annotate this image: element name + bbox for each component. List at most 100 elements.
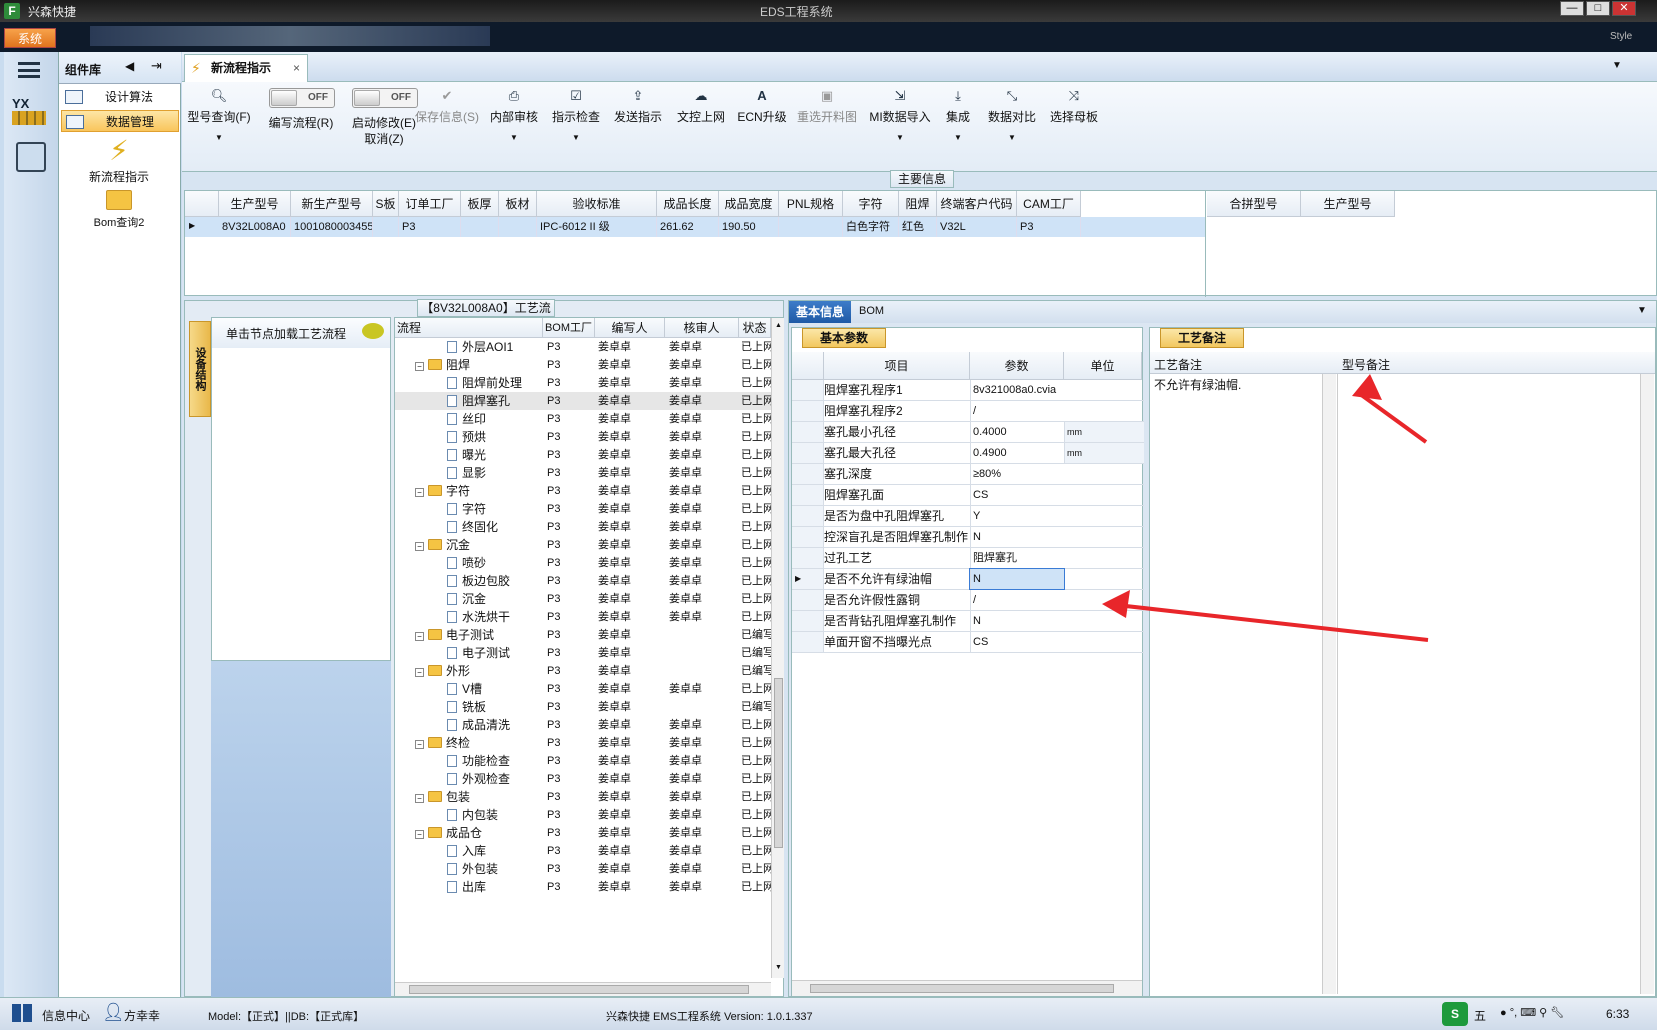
tree-node[interactable]: − 沉金 P3 姜卓卓 姜卓卓 已上网 <box>395 536 771 554</box>
param-row[interactable]: 塞孔最大孔径 0.4900 mm <box>792 443 1144 464</box>
tree-node[interactable]: V槽 P3 姜卓卓 姜卓卓 已上网 <box>395 680 771 698</box>
scroll-thumb[interactable] <box>409 985 749 994</box>
model-notes-scrollbar[interactable] <box>1640 374 1654 994</box>
model-query-button[interactable]: 🔍︎ 型号查询(F) ▼ <box>186 88 252 142</box>
main-info-header-cell[interactable]: 验收标准 <box>537 191 657 217</box>
instruction-check-button[interactable]: ☑ 指示检查 ▼ <box>546 88 606 142</box>
main-info-header-cell[interactable]: 成品长度 <box>657 191 719 217</box>
system-button[interactable]: 系统 <box>4 28 56 48</box>
merge-model-header[interactable]: 合拼型号 <box>1207 191 1301 217</box>
scroll-down-icon[interactable]: ▼ <box>775 964 782 971</box>
param-header[interactable]: 参数 <box>970 352 1064 380</box>
tree-node[interactable]: 铣板 P3 姜卓卓 已编写 <box>395 698 771 716</box>
reselect-cutting-map-button[interactable]: ▣ 重选开料图 <box>792 88 862 125</box>
tree-node[interactable]: − 字符 P3 姜卓卓 姜卓卓 已上网 <box>395 482 771 500</box>
tree-node[interactable]: 终固化 P3 姜卓卓 姜卓卓 已上网 <box>395 518 771 536</box>
main-info-header-cell[interactable]: 阻焊 <box>899 191 937 217</box>
tree-node[interactable]: 功能检查 P3 姜卓卓 姜卓卓 已上网 <box>395 752 771 770</box>
collapse-icon[interactable]: − <box>415 632 424 641</box>
data-compare-button[interactable]: ⤡ 数据对比 ▼ <box>982 88 1042 142</box>
param-value[interactable]: CS <box>970 485 1064 505</box>
tile-new-flow[interactable]: ⚡ 新流程指示 <box>69 136 169 185</box>
param-value[interactable]: N <box>969 568 1065 590</box>
unit-header[interactable]: 单位 <box>1064 352 1142 380</box>
tab-basic-params[interactable]: 基本参数 <box>802 328 886 348</box>
param-row[interactable]: ▶ 是否不允许有绿油帽 N <box>792 568 1144 590</box>
menu-icon[interactable] <box>18 62 40 78</box>
param-row[interactable]: 是否为盘中孔阻焊塞孔 Y <box>792 506 1144 527</box>
integrate-button[interactable]: ⤓ 集成 ▼ <box>938 88 978 142</box>
tree-node[interactable]: 外层AOI1 P3 姜卓卓 姜卓卓 已上网 <box>395 338 771 356</box>
collapse-icon[interactable]: − <box>415 488 424 497</box>
menu-item-design-algorithm[interactable]: 设计算法 <box>61 86 179 108</box>
select-master-board-button[interactable]: ⤨ 选择母板 <box>1044 88 1104 125</box>
param-row[interactable]: 阻焊塞孔面 CS <box>792 485 1144 506</box>
scroll-up-icon[interactable]: ▲ <box>775 322 782 329</box>
tree-node[interactable]: 阻焊塞孔 P3 姜卓卓 姜卓卓 已上网 <box>395 392 771 410</box>
bom-factory-header[interactable]: BOM工厂 <box>543 318 595 338</box>
tree-node[interactable]: 预烘 P3 姜卓卓 姜卓卓 已上网 <box>395 428 771 446</box>
main-info-header-cell[interactable]: CAM工厂 <box>1017 191 1081 217</box>
collapse-icon[interactable]: − <box>415 362 424 371</box>
param-value[interactable]: N <box>970 527 1064 547</box>
ecn-upgrade-button[interactable]: A ECN升级 <box>734 88 790 125</box>
param-row[interactable]: 单面开窗不挡曝光点 CS <box>792 632 1144 653</box>
tree-node[interactable]: 喷砂 P3 姜卓卓 姜卓卓 已上网 <box>395 554 771 572</box>
scroll-thumb[interactable] <box>774 678 783 848</box>
tree-node[interactable]: 成品清洗 P3 姜卓卓 姜卓卓 已上网 <box>395 716 771 734</box>
write-flow-toggle[interactable]: OFF <box>269 88 335 108</box>
param-value[interactable]: / <box>970 590 1064 610</box>
reviewer-header[interactable]: 核审人 <box>665 318 739 338</box>
main-info-header-cell[interactable]: 成品宽度 <box>719 191 779 217</box>
model-notes-textarea[interactable] <box>1338 374 1655 994</box>
close-icon[interactable]: × <box>293 55 300 81</box>
param-value[interactable]: 阻焊塞孔 <box>970 548 1064 568</box>
status-header[interactable]: 状态 <box>739 318 771 338</box>
tree-node[interactable]: 内包装 P3 姜卓卓 姜卓卓 已上网 <box>395 806 771 824</box>
maximize-button[interactable]: □ <box>1586 1 1610 16</box>
node-hint-header[interactable]: 单击节点加载工艺流程 <box>212 318 390 348</box>
tree-node[interactable]: 显影 P3 姜卓卓 姜卓卓 已上网 <box>395 464 771 482</box>
param-value[interactable]: Y <box>970 506 1064 526</box>
internal-review-button[interactable]: ⎙ 内部审核 ▼ <box>484 88 544 142</box>
main-info-header-cell[interactable]: 板材 <box>499 191 537 217</box>
tree-node[interactable]: 水洗烘干 P3 姜卓卓 姜卓卓 已上网 <box>395 608 771 626</box>
tree-node[interactable]: − 阻焊 P3 姜卓卓 姜卓卓 已上网 <box>395 356 771 374</box>
param-row[interactable]: 塞孔最小孔径 0.4000 mm <box>792 422 1144 443</box>
param-row[interactable]: 控深盲孔是否阻焊塞孔制作 N <box>792 527 1144 548</box>
tree-node[interactable]: 阻焊前处理 P3 姜卓卓 姜卓卓 已上网 <box>395 374 771 392</box>
tree-node[interactable]: 板边包胶 P3 姜卓卓 姜卓卓 已上网 <box>395 572 771 590</box>
param-value[interactable]: CS <box>970 632 1064 652</box>
param-value[interactable]: N <box>970 611 1064 631</box>
calculator-icon[interactable] <box>16 142 46 172</box>
main-info-header-cell[interactable]: PNL规格 <box>779 191 843 217</box>
param-row[interactable]: 塞孔深度 ≥80% <box>792 464 1144 485</box>
main-info-header-cell[interactable]: 新生产型号 <box>291 191 373 217</box>
info-center-link[interactable]: 信息中心 <box>42 1007 90 1024</box>
main-info-header-cell[interactable]: 字符 <box>843 191 899 217</box>
production-model-header[interactable]: 生产型号 <box>1301 191 1395 217</box>
menu-item-data-management[interactable]: 数据管理 <box>61 110 179 132</box>
pin-icon[interactable]: ⇥ <box>151 58 162 74</box>
param-row[interactable]: 是否背钻孔阻焊塞孔制作 N <box>792 611 1144 632</box>
collapse-icon[interactable]: − <box>415 668 424 677</box>
grid-icon[interactable] <box>12 1004 32 1022</box>
main-info-header-cell[interactable]: 生产型号 <box>219 191 291 217</box>
tree-node[interactable]: 外观检查 P3 姜卓卓 姜卓卓 已上网 <box>395 770 771 788</box>
tree-node[interactable]: − 成品仓 P3 姜卓卓 姜卓卓 已上网 <box>395 824 771 842</box>
ime-mode[interactable]: 五 <box>1474 1007 1486 1024</box>
side-tab-equipment[interactable]: 设备结构 <box>189 321 211 417</box>
param-value[interactable]: ≥80% <box>970 464 1064 484</box>
tab-new-flow[interactable]: ⚡ 新流程指示 × <box>184 54 308 82</box>
tab-bom[interactable]: BOM <box>859 305 884 317</box>
param-row[interactable]: 阻焊塞孔程序1 8v321008a0.cvia <box>792 380 1144 401</box>
main-info-header-cell[interactable]: 订单工厂 <box>399 191 461 217</box>
param-value[interactable]: 0.4900 <box>970 443 1064 463</box>
main-info-header-cell[interactable]: 板厚 <box>461 191 499 217</box>
doc-control-upload-button[interactable]: ☁ 文控上网 <box>670 88 732 125</box>
tray-icons[interactable]: ● °, ⌨ ⚲ 🔧︎ <box>1500 1006 1564 1019</box>
tree-node[interactable]: 曝光 P3 姜卓卓 姜卓卓 已上网 <box>395 446 771 464</box>
param-value[interactable]: / <box>970 401 1064 421</box>
main-info-header-cell[interactable]: 终端客户代码 <box>937 191 1017 217</box>
chevron-down-icon[interactable]: ▼ <box>1612 60 1622 71</box>
